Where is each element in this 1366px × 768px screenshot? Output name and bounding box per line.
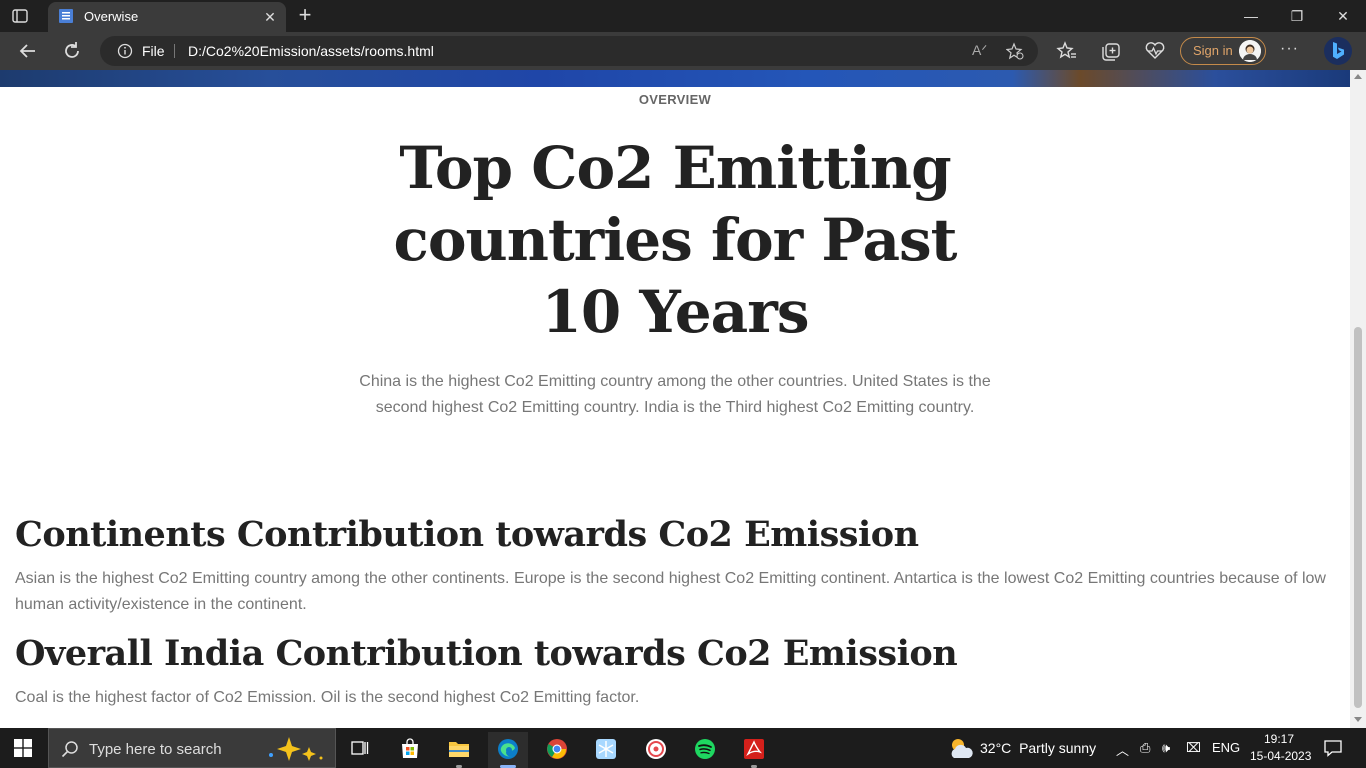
hero-image (0, 70, 1350, 87)
india-heading: Overall India Contribution towards Co2 E… (15, 633, 958, 674)
notifications-icon[interactable] (1324, 739, 1342, 757)
continents-heading: Continents Contribution towards Co2 Emis… (15, 514, 919, 555)
windows-start-icon[interactable] (14, 739, 32, 757)
back-icon[interactable] (15, 38, 41, 64)
read-aloud-icon[interactable]: Aᐟ (972, 42, 987, 59)
india-text: Coal is the highest factor of Co2 Emissi… (15, 689, 640, 706)
weather-temp[interactable]: 32°C Partly sunny (980, 740, 1096, 756)
tab-bar: Overwise ✕ + — ❐ ✕ (0, 0, 1366, 32)
omnibox-divider (174, 44, 175, 58)
volume-icon[interactable]: 🕪 (1162, 740, 1170, 756)
tab-title: Overwise (84, 9, 139, 24)
sign-in-label: Sign in (1193, 43, 1233, 58)
browser-toolbar: File D:/Co2%20Emission/assets/rooms.html… (0, 32, 1366, 70)
url-text[interactable]: D:/Co2%20Emission/assets/rooms.html (188, 43, 434, 59)
chrome-icon (547, 739, 567, 759)
weather-temp-value: 32°C (980, 740, 1012, 756)
scroll-up-icon[interactable] (1354, 74, 1362, 79)
continents-text: Asian is the highest Co2 Emitting countr… (15, 570, 1326, 613)
overview-label: OVERVIEW (638, 92, 712, 107)
browser-essentials-icon[interactable] (1142, 38, 1168, 64)
edge-app[interactable] (488, 732, 528, 768)
acrobat-icon (744, 739, 764, 759)
search-placeholder: Type here to search (89, 741, 222, 758)
info-icon[interactable] (117, 43, 133, 59)
store-app[interactable] (390, 732, 430, 768)
refresh-icon[interactable] (59, 38, 85, 64)
task-view-icon (351, 741, 369, 755)
windows-taskbar: Type here to search 32°C Partly sunny ︿ … (0, 728, 1366, 768)
network-icon[interactable]: ⌧ (1186, 740, 1201, 756)
profile-avatar-icon (1239, 40, 1261, 62)
snowflake-icon (596, 739, 616, 759)
restore-icon[interactable]: ❐ (1274, 0, 1320, 32)
search-icon (61, 741, 78, 758)
page-favicon-icon (59, 9, 73, 23)
tab-active[interactable]: Overwise ✕ (48, 2, 286, 32)
clock-time[interactable]: 19:17 (1264, 732, 1294, 746)
folder-icon (449, 742, 469, 757)
minimize-icon[interactable]: — (1228, 0, 1274, 32)
search-highlight-icon (269, 737, 323, 761)
scrollbar-thumb[interactable] (1354, 327, 1362, 708)
page-title: Top Co2 Emitting countries for Past 10 Y… (393, 134, 958, 346)
partly-sunny-icon[interactable] (948, 736, 974, 760)
favorites-icon[interactable] (1054, 38, 1080, 64)
close-window-icon[interactable]: ✕ (1320, 0, 1366, 32)
tab-actions-icon[interactable] (12, 8, 28, 24)
app-circle-icon (646, 739, 666, 759)
task-view-app[interactable] (340, 732, 380, 768)
address-bar[interactable]: File D:/Co2%20Emission/assets/rooms.html… (100, 36, 1038, 66)
snipping-app[interactable] (586, 732, 626, 768)
language-indicator[interactable]: ENG (1212, 740, 1240, 755)
add-favorite-icon[interactable] (1006, 42, 1024, 60)
scroll-down-icon[interactable] (1354, 717, 1362, 722)
acrobat-app[interactable] (734, 732, 774, 768)
more-options-icon[interactable]: ··· (1280, 40, 1299, 58)
tab-close-icon[interactable]: ✕ (262, 9, 278, 26)
spotify-app[interactable] (685, 732, 725, 768)
vertical-scrollbar[interactable] (1350, 70, 1366, 728)
collections-icon[interactable] (1098, 38, 1124, 64)
file-explorer-app[interactable] (439, 732, 479, 768)
spotify-icon (695, 739, 715, 759)
edge-icon (498, 739, 518, 759)
clock-date[interactable]: 15-04-2023 (1250, 749, 1311, 763)
weather-condition: Partly sunny (1019, 740, 1097, 756)
red-app[interactable] (636, 732, 676, 768)
store-icon (402, 738, 418, 758)
scheme-label: File (142, 43, 165, 59)
page-description: China is the highest Co2 Emitting countr… (359, 373, 991, 416)
taskbar-search[interactable]: Type here to search (48, 728, 336, 768)
meet-now-icon[interactable]: ⎙ (1140, 740, 1150, 756)
bing-chat-icon[interactable] (1322, 35, 1354, 67)
sign-in-button[interactable]: Sign in (1180, 37, 1266, 65)
page-viewport: OVERVIEW Top Co2 Emitting countries for … (0, 70, 1366, 728)
show-hidden-icons-icon[interactable]: ︿ (1116, 740, 1129, 759)
new-tab-icon[interactable]: + (294, 4, 316, 26)
chrome-app[interactable] (537, 732, 577, 768)
